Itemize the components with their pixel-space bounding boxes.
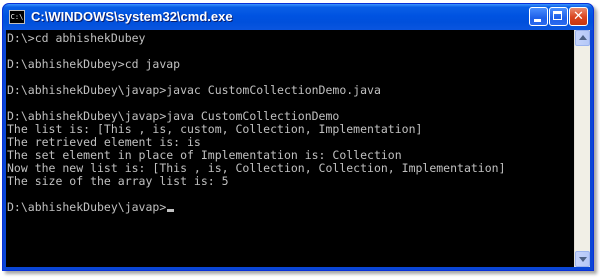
text-cursor — [167, 209, 175, 212]
console-line: D:\abhishekDubey\javap>javac CustomColle… — [7, 83, 381, 97]
window-frame-bottom — [3, 267, 593, 270]
scroll-down-button[interactable] — [575, 251, 590, 267]
console-lines: D:\>cd abhishekDubey D:\abhishekDubey>cd… — [7, 32, 506, 214]
close-icon: ✕ — [573, 9, 584, 24]
window-title: C:\WINDOWS\system32\cmd.exe — [31, 9, 233, 24]
arrow-up-icon — [579, 35, 587, 40]
scroll-up-button[interactable] — [575, 30, 590, 46]
maximize-icon — [553, 11, 562, 20]
vertical-scrollbar[interactable] — [574, 30, 590, 267]
console-output[interactable]: D:\>cd abhishekDubey D:\abhishekDubey>cd… — [6, 30, 574, 267]
screenshot-page: C:\ C:\WINDOWS\system32\cmd.exe ✕ D:\>cd… — [0, 0, 600, 279]
cmd-window: C:\ C:\WINDOWS\system32\cmd.exe ✕ D:\>cd… — [2, 3, 594, 271]
scroll-track[interactable] — [575, 46, 590, 251]
cmd-icon[interactable]: C:\ — [9, 10, 25, 24]
console-line: D:\>cd abhishekDubey — [7, 31, 146, 45]
close-button[interactable]: ✕ — [569, 7, 588, 26]
window-frame-right — [590, 30, 593, 270]
arrow-down-icon — [579, 257, 587, 262]
maximize-button[interactable] — [549, 7, 568, 26]
console-prompt: D:\abhishekDubey\javap> — [7, 200, 167, 214]
console-line: The size of the array list is: 5 — [7, 174, 229, 188]
minimize-icon — [534, 19, 541, 22]
minimize-button[interactable] — [529, 7, 548, 26]
console-line: D:\abhishekDubey>cd javap — [7, 57, 181, 71]
console-prompt-line[interactable]: D:\abhishekDubey\javap> — [7, 201, 506, 214]
title-bar[interactable]: C:\ C:\WINDOWS\system32\cmd.exe ✕ — [3, 4, 593, 30]
